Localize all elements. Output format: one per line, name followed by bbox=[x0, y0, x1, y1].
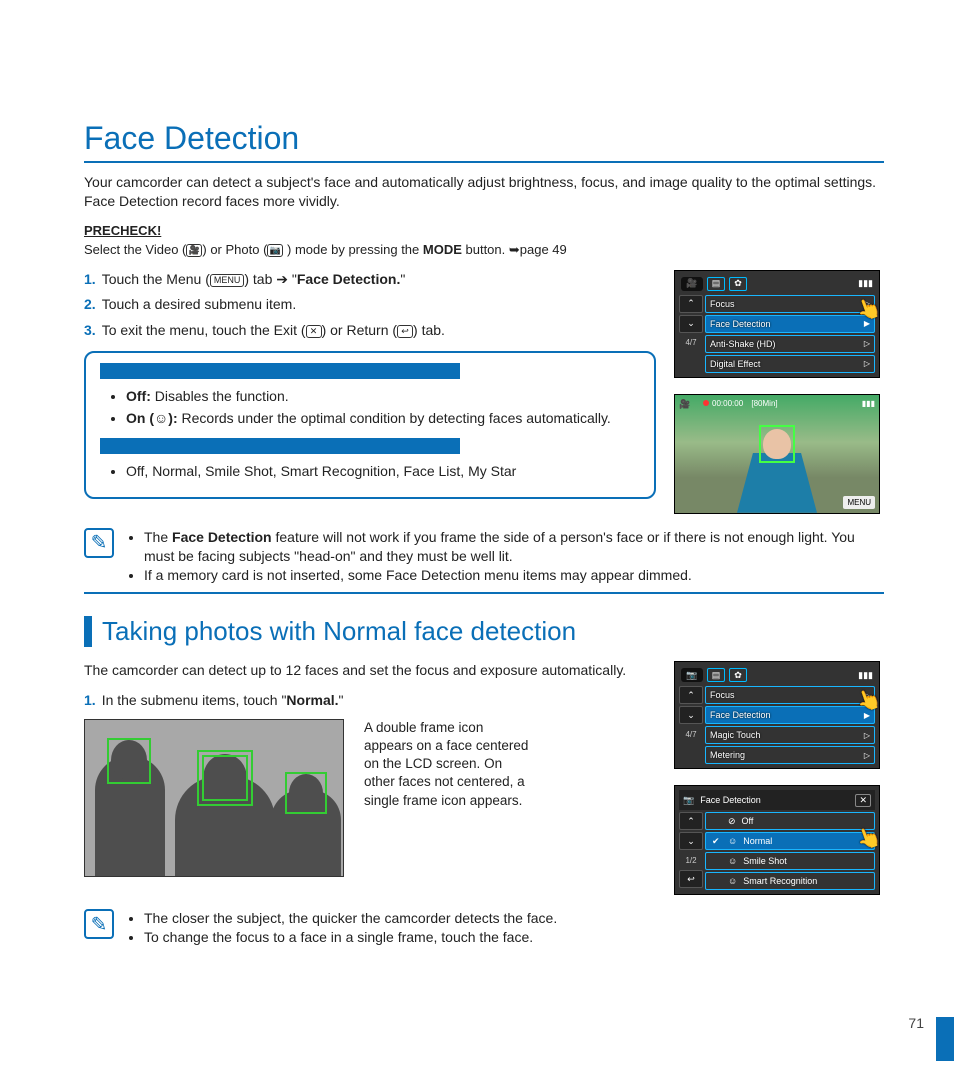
page-title: Face Detection bbox=[84, 120, 884, 163]
preview-mode-icon: 🎥 bbox=[679, 399, 690, 410]
submenu-on: On (☺): Records under the optimal condit… bbox=[126, 409, 640, 428]
scroll-down-button[interactable]: ⌄ bbox=[679, 315, 703, 333]
mode-video-icon: 🎥 bbox=[681, 277, 703, 291]
lcd-menu-photo: 📷 ▤ ✿ ▮▮▮ ⌃ ⌄ 4/7 Focus▷ Face Detection▶… bbox=[674, 661, 880, 769]
exit-icon: ✕ bbox=[306, 325, 322, 338]
page-indicator: 4/7 bbox=[679, 335, 703, 351]
photo-mode-icon: 📷 bbox=[267, 244, 283, 257]
note-icon: ✎ bbox=[84, 528, 114, 558]
steps-list: 1.Touch the Menu (MENU) tab ➔ "Face Dete… bbox=[84, 270, 656, 341]
menu-item-magic-touch[interactable]: Magic Touch▷ bbox=[705, 726, 875, 744]
face-detection-diagram bbox=[84, 719, 344, 877]
scroll-down-button[interactable]: ⌄ bbox=[679, 832, 703, 850]
page-indicator: 4/7 bbox=[679, 726, 703, 742]
precheck-text: Select the Video (🎥) or Photo (📷 ) mode … bbox=[84, 242, 884, 258]
substep-1: 1.In the submenu items, touch "Normal." bbox=[84, 691, 656, 711]
heading-bar-1 bbox=[100, 363, 460, 379]
precheck-label: PRECHECK! bbox=[84, 223, 884, 238]
page-number: 71 bbox=[908, 1015, 924, 1031]
step-3: 3.To exit the menu, touch the Exit (✕) o… bbox=[84, 321, 656, 341]
section-subtitle: Taking photos with Normal face detection bbox=[84, 616, 884, 647]
preview-battery-icon: ▮▮▮ bbox=[862, 399, 875, 408]
menu-tab-icon[interactable]: ▤ bbox=[707, 277, 725, 291]
menu-chip-icon: MENU bbox=[210, 274, 245, 287]
submenu-options: Off, Normal, Smile Shot, Smart Recogniti… bbox=[126, 462, 640, 481]
note1-item-2: If a memory card is not inserted, some F… bbox=[144, 566, 884, 585]
fd-option-off[interactable]: ⊘Off bbox=[705, 812, 875, 830]
settings-tab-icon[interactable]: ✿ bbox=[729, 277, 747, 291]
note-2: ✎ The closer the subject, the quicker th… bbox=[84, 909, 884, 947]
mode-photo-icon: 📷 bbox=[681, 668, 703, 682]
menu-item-focus[interactable]: Focus▷ bbox=[705, 686, 875, 704]
battery-icon: ▮▮▮ bbox=[858, 670, 873, 681]
fd-option-smart-recognition[interactable]: ☺Smart Recognition bbox=[705, 872, 875, 890]
fd-title: Face Detection bbox=[700, 795, 849, 805]
scroll-up-button[interactable]: ⌃ bbox=[679, 295, 703, 313]
note2-item-2: To change the focus to a face in a singl… bbox=[144, 928, 557, 947]
face-box-icon bbox=[759, 425, 795, 463]
note1-item-1: The Face Detection feature will not work… bbox=[144, 528, 884, 566]
menu-item-metering[interactable]: Metering▷ bbox=[705, 746, 875, 764]
submenu-box: Off: Disables the function. On (☺): Reco… bbox=[84, 351, 656, 500]
page-accent-bar bbox=[936, 1017, 954, 1061]
menu-item-anti-shake[interactable]: Anti-Shake (HD)▷ bbox=[705, 335, 875, 353]
preview-menu-button[interactable]: MENU bbox=[843, 496, 875, 509]
sub-intro: The camcorder can detect up to 12 faces … bbox=[84, 661, 656, 681]
page-indicator: 1/2 bbox=[679, 852, 703, 868]
diagram-caption: A double frame icon appears on a face ce… bbox=[364, 719, 534, 810]
battery-icon: ▮▮▮ bbox=[858, 278, 873, 289]
video-mode-icon: 🎥 bbox=[186, 244, 202, 257]
return-icon: ↩ bbox=[397, 325, 413, 338]
record-indicator: 00:00:00 [80Min] bbox=[703, 399, 778, 408]
submenu-off: Off: Disables the function. bbox=[126, 387, 640, 406]
note-1: ✎ The Face Detection feature will not wo… bbox=[84, 528, 884, 595]
lcd-preview: 🎥 00:00:00 [80Min] ▮▮▮ MENU bbox=[674, 394, 880, 514]
fd-option-smile-shot[interactable]: ☺Smile Shot bbox=[705, 852, 875, 870]
mode-photo-icon: 📷 bbox=[683, 795, 694, 806]
fd-option-normal[interactable]: ✔☺Normal bbox=[705, 832, 875, 850]
note2-item-1: The closer the subject, the quicker the … bbox=[144, 909, 557, 928]
menu-item-face-detection[interactable]: Face Detection▶ bbox=[705, 315, 875, 333]
lcd-menu-video: 🎥 ▤ ✿ ▮▮▮ ⌃ ⌄ 4/7 Focus▷ Face Detection▶… bbox=[674, 270, 880, 378]
menu-item-face-detection[interactable]: Face Detection▶ bbox=[705, 706, 875, 724]
intro-text: Your camcorder can detect a subject's fa… bbox=[84, 173, 884, 211]
note-icon: ✎ bbox=[84, 909, 114, 939]
step-1: 1.Touch the Menu (MENU) tab ➔ "Face Dete… bbox=[84, 270, 656, 290]
menu-tab-icon[interactable]: ▤ bbox=[707, 668, 725, 682]
settings-tab-icon[interactable]: ✿ bbox=[729, 668, 747, 682]
heading-bar-2 bbox=[100, 438, 460, 454]
step-2: 2.Touch a desired submenu item. bbox=[84, 295, 656, 315]
close-icon[interactable]: ✕ bbox=[855, 794, 871, 807]
menu-item-focus[interactable]: Focus▷ bbox=[705, 295, 875, 313]
scroll-up-button[interactable]: ⌃ bbox=[679, 686, 703, 704]
scroll-down-button[interactable]: ⌄ bbox=[679, 706, 703, 724]
scroll-up-button[interactable]: ⌃ bbox=[679, 812, 703, 830]
lcd-face-detection-options: 📷 Face Detection ✕ ⌃ ⌄ 1/2 ↩ ⊘Off ✔☺Norm… bbox=[674, 785, 880, 895]
menu-item-digital-effect[interactable]: Digital Effect▷ bbox=[705, 355, 875, 373]
return-button[interactable]: ↩ bbox=[679, 870, 703, 888]
